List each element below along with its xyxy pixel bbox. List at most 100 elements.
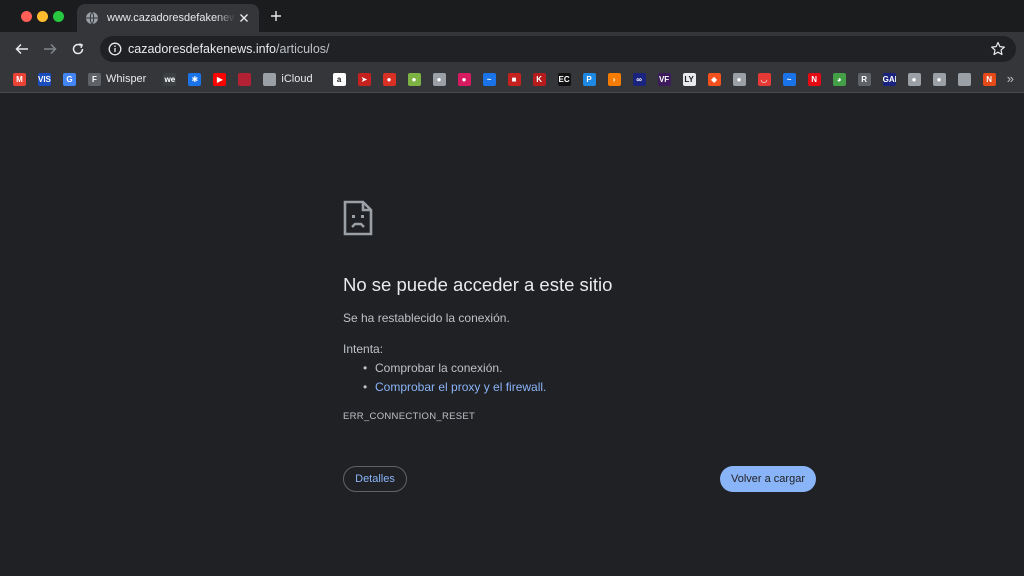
bookmark-item[interactable]: ~ [782, 72, 796, 86]
leaf-icon: ● [407, 72, 421, 86]
try-label: Intenta: [343, 342, 384, 356]
reload-icon[interactable] [70, 41, 86, 57]
bookmark-item[interactable] [957, 72, 971, 86]
bookmark-star-icon[interactable] [990, 41, 1006, 57]
apple-icon [263, 72, 277, 86]
bookmarks-bar: M VISA GF Whisper we ✱ ▶ iCloud a ➤ ● ● ● ● ~ ■ K EC P › ∞ VF… [0, 66, 1024, 93]
bookmark-item[interactable]: iCloud [263, 72, 313, 86]
address-bar[interactable]: cazadoresdefakenews.info/articulos/ [100, 36, 1016, 62]
bookmark-item[interactable]: VF [657, 72, 671, 86]
gap-icon: GAP [882, 72, 896, 86]
tab-close-icon[interactable] [237, 11, 251, 25]
n-icon: N [982, 72, 996, 86]
globe-icon: ● [932, 72, 946, 86]
browser-toolbar: cazadoresdefakenews.info/articulos/ [0, 32, 1024, 66]
suggestion-check-proxy-link[interactable]: Comprobar el proxy y el firewall. [343, 378, 546, 397]
close-window-button[interactable] [21, 11, 32, 22]
bookmark-item[interactable]: ∞ [632, 72, 646, 86]
bookmark-item[interactable]: a [332, 72, 346, 86]
accessibility-icon: ✱ [188, 72, 202, 86]
tab-strip: www.cazadoresdefakenews.info/articulos/ [0, 0, 1024, 32]
k-icon: K [532, 72, 546, 86]
bookmark-item[interactable]: F Whisper [88, 72, 146, 86]
bookmark-item[interactable]: ➤ [357, 72, 371, 86]
bookmark-item[interactable]: ◕ [832, 72, 846, 86]
active-tab[interactable]: www.cazadoresdefakenews.info/articulos/ [77, 4, 259, 32]
bookmark-item[interactable]: M [13, 72, 26, 86]
maximize-window-button[interactable] [53, 11, 64, 22]
forward-arrow-icon[interactable] [42, 41, 58, 57]
bookmark-item[interactable]: R [857, 72, 871, 86]
bookmark-item[interactable]: ● [407, 72, 421, 86]
p-icon: P [582, 72, 596, 86]
flame-icon: ◆ [707, 72, 721, 86]
bookmark-item[interactable]: G [63, 72, 76, 86]
bookmark-label: Whisper [106, 73, 147, 85]
dark-blue-icon: ∞ [632, 72, 646, 86]
apple-icon [957, 72, 971, 86]
bookmark-item[interactable]: LY [682, 72, 696, 86]
details-button[interactable]: Detalles [343, 466, 407, 492]
bookmark-label: iCloud [281, 73, 313, 85]
bookmark-item[interactable]: we [163, 72, 177, 86]
more-bookmarks-chevron-icon[interactable]: » [1007, 71, 1014, 86]
bookmark-item[interactable]: › [607, 72, 621, 86]
blue-text-icon: ~ [482, 72, 496, 86]
error-page: No se puede acceder a este sitio Se ha r… [0, 93, 1024, 576]
bookmark-item[interactable]: ◆ [707, 72, 721, 86]
bookmark-item[interactable]: ◡ [757, 72, 771, 86]
us-flag-icon [238, 72, 252, 86]
site-info-icon[interactable] [108, 42, 122, 56]
reload-button[interactable]: Volver a cargar [720, 466, 816, 492]
bookmark-item[interactable]: ■ [507, 72, 521, 86]
we-icon: we [163, 72, 177, 86]
globe-icon: ● [907, 72, 921, 86]
red-arrow-icon: ➤ [357, 72, 371, 86]
bookmark-item[interactable]: GAP [882, 72, 896, 86]
globe-icon: ● [732, 72, 746, 86]
bookmark-item[interactable]: ● [907, 72, 921, 86]
bookmark-item[interactable]: K [532, 72, 546, 86]
bookmark-item[interactable]: ✱ [188, 72, 202, 86]
globe-icon [85, 11, 99, 25]
bookmark-item[interactable]: VISA [38, 72, 51, 86]
orange-icon: › [607, 72, 621, 86]
suggestion-check-connection: Comprobar la conexión. [343, 359, 546, 378]
bookmark-item[interactable]: ● [432, 72, 446, 86]
address-host: cazadoresdefakenews.info [128, 42, 277, 56]
error-description: Se ha restablecido la conexión. [343, 311, 510, 325]
suggestions-list: Comprobar la conexión. Comprobar el prox… [343, 359, 546, 397]
amazon-icon: a [332, 72, 346, 86]
new-tab-plus-icon[interactable] [268, 8, 284, 24]
vf-icon: VF [657, 72, 671, 86]
bookmark-item[interactable]: ▶ [213, 72, 227, 86]
bookmark-item[interactable]: N [807, 72, 821, 86]
bookmark-item[interactable]: P [582, 72, 596, 86]
minimize-window-button[interactable] [37, 11, 48, 22]
back-arrow-icon[interactable] [14, 41, 30, 57]
pink-icon: ● [457, 72, 471, 86]
bookmark-item[interactable] [238, 72, 252, 86]
bookmark-item[interactable]: N [982, 72, 996, 86]
error-title: No se puede acceder a este sitio [343, 274, 613, 295]
ly-icon: LY [682, 72, 696, 86]
error-code: ERR_CONNECTION_RESET [343, 411, 476, 422]
netflix-icon: N [807, 72, 821, 86]
address-path: /articulos/ [276, 42, 330, 56]
bookmark-item[interactable]: ● [732, 72, 746, 86]
visa-icon: VISA [38, 72, 51, 86]
tab-title: www.cazadoresdefakenews.info/articulos/ [107, 12, 235, 24]
bookmark-item[interactable]: ~ [482, 72, 496, 86]
bookmark-item[interactable]: EC [557, 72, 571, 86]
bookmark-item[interactable]: ● [457, 72, 471, 86]
whisper-icon: F [88, 72, 101, 86]
watermelon-icon: ◡ [757, 72, 771, 86]
bookmark-item[interactable]: ● [932, 72, 946, 86]
bookmark-item[interactable]: ● [382, 72, 396, 86]
sad-document-icon [343, 200, 373, 236]
google-icon: G [63, 72, 76, 86]
gmail-icon: M [13, 72, 26, 86]
ec-icon: EC [557, 72, 571, 86]
globe-icon: ● [432, 72, 446, 86]
r-icon: R [857, 72, 871, 86]
